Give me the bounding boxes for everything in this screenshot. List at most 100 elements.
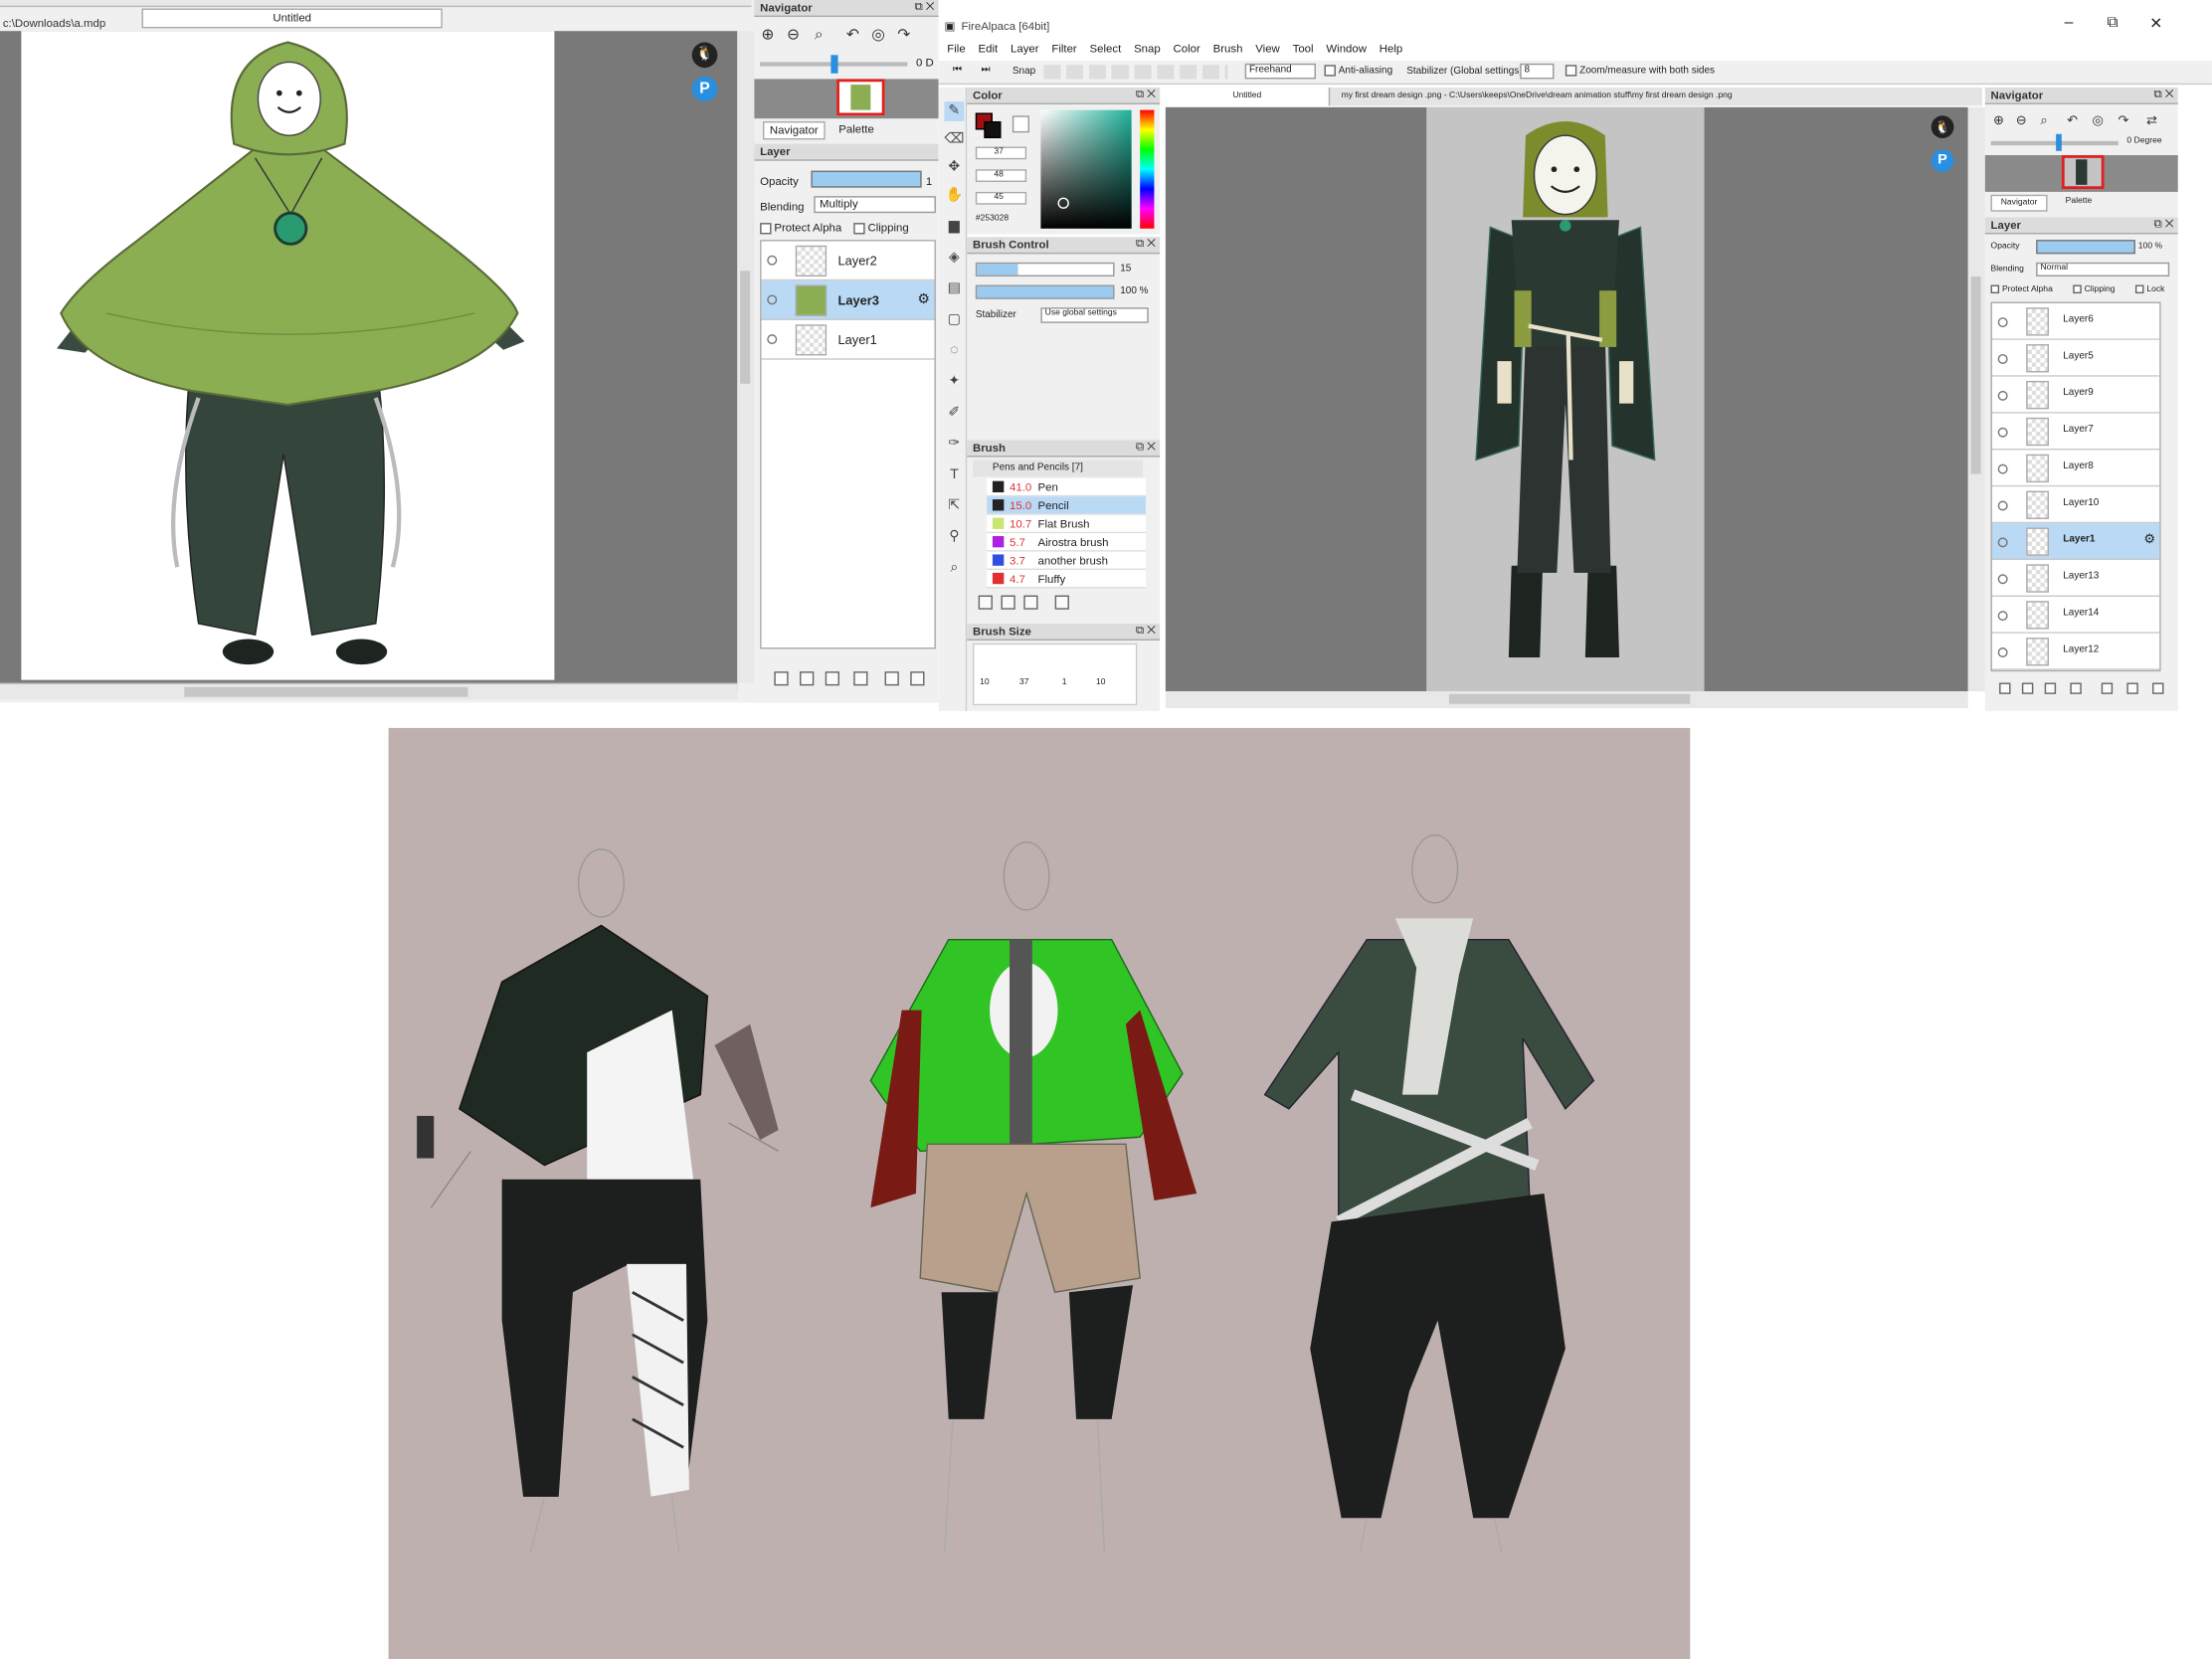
brush-item[interactable]: 5.7 Airostra brush: [987, 533, 1146, 552]
duplicate-brush-icon[interactable]: [1001, 595, 1015, 610]
right-layer-row[interactable]: Layer14: [1991, 596, 2160, 634]
left-p-icon[interactable]: P: [691, 76, 718, 102]
rotate-reset-icon[interactable]: ◎: [2087, 110, 2108, 131]
eye-icon[interactable]: [1997, 611, 2008, 622]
left-scroll-h-thumb[interactable]: [184, 686, 468, 697]
left-navigator-close-icon[interactable]: ⧉ ✕: [914, 0, 934, 14]
left-opacity-slider[interactable]: [811, 170, 922, 188]
left-doc-tab[interactable]: Untitled: [141, 8, 443, 29]
transparent-color-swatch[interactable]: [1012, 115, 1029, 133]
gradient-tool-icon[interactable]: ▤: [944, 279, 964, 299]
left-clipping[interactable]: Clipping: [853, 222, 909, 234]
color-sv-square[interactable]: [1040, 109, 1132, 229]
select-pen-icon[interactable]: ✐: [944, 404, 964, 424]
operation-tool-icon[interactable]: ⇱: [944, 496, 964, 516]
left-canvas-area[interactable]: 🐧 P: [0, 31, 738, 692]
right-blending-select[interactable]: Normal: [2036, 262, 2170, 277]
right-zoom-slider-thumb[interactable]: [2056, 133, 2062, 151]
brush-category[interactable]: Pens and Pencils [7]: [972, 460, 1144, 477]
right-navigator-tab-palette[interactable]: Palette: [2053, 195, 2104, 212]
eye-icon[interactable]: [767, 294, 778, 305]
copy-layer-icon[interactable]: [884, 671, 899, 686]
right-navigator-preview[interactable]: [1984, 155, 2178, 192]
brush-stabilizer-select[interactable]: Use global settings: [1040, 307, 1149, 323]
right-layer-row[interactable]: Layer10: [1991, 486, 2160, 524]
right-layer-row[interactable]: Layer13: [1991, 560, 2160, 597]
select-eraser-icon[interactable]: ✑: [944, 435, 964, 455]
right-lock[interactable]: Lock: [2134, 284, 2164, 294]
gear-icon[interactable]: ⚙: [2143, 532, 2155, 548]
menu-color[interactable]: Color: [1174, 43, 1200, 56]
hue-bar[interactable]: [1140, 109, 1155, 229]
rotate-reset-icon[interactable]: ◎: [867, 26, 888, 47]
rotate-right-icon[interactable]: ↷: [893, 26, 914, 47]
right-clipping[interactable]: Clipping: [2073, 284, 2116, 294]
eye-icon[interactable]: [1997, 574, 2008, 585]
right-zoom-slider[interactable]: [1990, 133, 2119, 151]
right-layer-row[interactable]: Layer7: [1991, 413, 2160, 451]
left-layer-row[interactable]: Layer1: [761, 319, 935, 360]
eye-icon[interactable]: [1997, 317, 2008, 328]
right-lock-checkbox[interactable]: [2134, 284, 2144, 294]
rotate-left-icon[interactable]: ↶: [2062, 110, 2083, 131]
brush-item[interactable]: 41.0 Pen: [987, 477, 1146, 497]
brush-item[interactable]: 10.7 Flat Brush: [987, 514, 1146, 534]
rotate-right-icon[interactable]: ↷: [2113, 110, 2133, 131]
zoom-fit-icon[interactable]: ⌕: [2033, 110, 2054, 131]
menu-brush[interactable]: Brush: [1213, 43, 1243, 56]
right-protect-alpha[interactable]: Protect Alpha: [1990, 284, 2053, 294]
eye-icon[interactable]: [1997, 500, 2008, 511]
right-layer-row-selected[interactable]: Layer1 ⚙: [1991, 523, 2160, 561]
brush-size-cell[interactable]: 10: [1096, 678, 1106, 687]
color-panel-close-icon[interactable]: ⧉ ✕: [1136, 88, 1156, 101]
right-layer-row[interactable]: Layer6: [1991, 302, 2160, 340]
duplicate-layer-icon[interactable]: [825, 671, 839, 686]
left-navigator-tab-palette[interactable]: Palette: [829, 121, 885, 139]
new-layer-icon[interactable]: [1999, 682, 2011, 694]
left-canvas-paper[interactable]: [21, 31, 555, 680]
right-p-icon[interactable]: P: [1931, 149, 1954, 173]
eye-icon[interactable]: [1997, 390, 2008, 401]
left-navigator-tab-navigator[interactable]: Navigator: [762, 120, 826, 140]
eye-icon[interactable]: [1997, 463, 2008, 474]
left-scroll-v-thumb[interactable]: [740, 271, 751, 384]
brush-item[interactable]: 4.7 Fluffy: [987, 570, 1146, 589]
redo-icon[interactable]: ⏭: [982, 65, 991, 76]
new-layer-icon[interactable]: [774, 671, 789, 686]
menu-file[interactable]: File: [947, 43, 965, 56]
right-penguin-icon[interactable]: 🐧: [1931, 115, 1954, 139]
left-layer-row[interactable]: Layer2: [761, 241, 935, 281]
right-layer-row[interactable]: Layer8: [1991, 450, 2160, 487]
right-clipping-checkbox[interactable]: [2073, 284, 2082, 294]
menu-help[interactable]: Help: [1380, 43, 1402, 56]
right-tab-dream-design[interactable]: my first dream design .png - C:\Users\ke…: [1342, 92, 1733, 100]
menu-window[interactable]: Window: [1326, 43, 1367, 56]
left-zoom-slider-thumb[interactable]: [830, 55, 838, 74]
left-zoom-slider[interactable]: [760, 55, 908, 74]
layer-options-icon[interactable]: [2152, 682, 2164, 694]
bucket-tool-icon[interactable]: ◈: [944, 249, 964, 269]
left-protect-alpha[interactable]: Protect Alpha: [760, 222, 841, 234]
lasso-tool-icon[interactable]: ◌: [944, 341, 964, 361]
rotate-left-icon[interactable]: ↶: [842, 26, 863, 47]
eye-icon[interactable]: [1997, 427, 2008, 438]
right-canvas-area[interactable]: 🐧 P: [1165, 106, 1968, 692]
right-layer-row[interactable]: Layer5: [1991, 339, 2160, 377]
brush-item[interactable]: 15.0 Pencil: [987, 496, 1146, 515]
text-tool-icon[interactable]: T: [944, 465, 964, 485]
menu-tool[interactable]: Tool: [1293, 43, 1314, 56]
eraser-tool-icon[interactable]: ⌫: [944, 129, 964, 149]
right-tab-untitled[interactable]: Untitled: [1165, 87, 1331, 106]
brush-item[interactable]: 3.7 another brush: [987, 551, 1146, 571]
pen-tool-icon[interactable]: ✎: [944, 101, 965, 121]
delete-brush-icon[interactable]: [1054, 595, 1069, 610]
add-brush-icon[interactable]: [978, 595, 993, 610]
left-navigator-preview[interactable]: [754, 79, 939, 119]
zoom-measure-toggle[interactable]: Zoom/measure with both sides: [1565, 65, 1715, 77]
stabilizer-select[interactable]: 8: [1520, 63, 1555, 80]
flip-icon[interactable]: ⇄: [2141, 110, 2162, 131]
brush-size-grid[interactable]: 10 37 1 10: [972, 643, 1138, 706]
zoom-in-icon[interactable]: ⊕: [757, 26, 778, 47]
menu-edit[interactable]: Edit: [979, 43, 999, 56]
eyedropper-tool-icon[interactable]: ⚲: [944, 527, 964, 547]
